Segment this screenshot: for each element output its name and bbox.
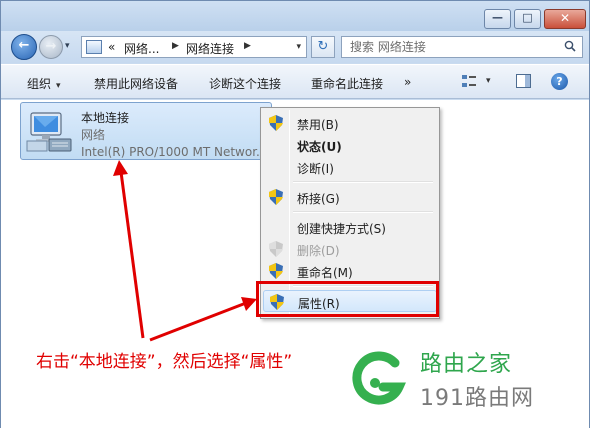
organize-dropdown-icon: ▾ [56, 81, 61, 91]
diagnose-button[interactable]: 诊断这个连接 [209, 75, 281, 92]
network-adapter-icon [26, 112, 72, 152]
menu-item-label: 重命名(M) [297, 266, 353, 280]
menu-item-bridge[interactable]: 桥接(G) [263, 186, 437, 208]
network-folder-icon [86, 40, 102, 54]
uac-shield-icon [269, 189, 283, 205]
refresh-button[interactable]: ↻ [311, 36, 335, 58]
uac-shield-icon [269, 263, 283, 279]
organize-label: 组织 [27, 77, 52, 91]
properties-highlight-box [256, 281, 439, 317]
minimize-button[interactable]: — [484, 9, 511, 29]
search-icon[interactable] [564, 40, 576, 52]
uac-shield-icon [269, 241, 283, 257]
navigation-bar: ← → ▾ « 网络... ▶ 网络连接 ▶ ▾ ↻ [1, 31, 589, 63]
watermark-line2: 191路由网 [420, 386, 534, 411]
back-arrow-icon: ← [18, 38, 30, 53]
menu-item-label: 状态(U) [297, 140, 342, 154]
address-bar[interactable]: « 网络... ▶ 网络连接 ▶ ▾ [81, 36, 307, 58]
preview-pane-icon[interactable] [516, 74, 531, 88]
menu-item-diagnose[interactable]: 诊断(I) [263, 156, 437, 178]
command-bar: 组织 ▾ 禁用此网络设备 诊断这个连接 重命名此连接 » ▾ ? [1, 64, 589, 99]
connection-network: 网络 [81, 128, 106, 142]
breadcrumb-overflow[interactable]: « [108, 40, 115, 54]
forward-arrow-icon: → [45, 39, 57, 54]
menu-separator [293, 181, 433, 183]
help-icon[interactable]: ? [551, 73, 568, 90]
local-connection-item[interactable]: 本地连接 网络 Intel(R) PRO/1000 MT Networ... [20, 102, 272, 160]
menu-item-label: 禁用(B) [297, 118, 339, 132]
back-button[interactable]: ← [11, 34, 37, 60]
watermark-line1: 路由之家 [420, 352, 513, 377]
breadcrumb-network-connections[interactable]: 网络连接 [186, 40, 234, 57]
site-logo-icon [352, 351, 406, 405]
title-bar: — □ ✕ [1, 1, 589, 31]
address-dropdown-icon[interactable]: ▾ [296, 42, 301, 52]
maximize-icon: □ [522, 11, 533, 24]
disable-device-button[interactable]: 禁用此网络设备 [94, 75, 178, 92]
recent-pages-dropdown-icon[interactable]: ▾ [65, 41, 70, 51]
uac-shield-icon [269, 115, 283, 131]
minimize-icon: — [492, 11, 503, 24]
breadcrumb-separator-icon[interactable]: ▶ [244, 41, 251, 51]
breadcrumb-network[interactable]: 网络... [124, 40, 159, 57]
search-input[interactable] [342, 37, 558, 57]
organize-button[interactable]: 组织 ▾ [27, 75, 61, 92]
refresh-icon: ↻ [317, 39, 329, 54]
menu-item-label: 删除(D) [297, 244, 340, 258]
rename-button[interactable]: 重命名此连接 [311, 75, 383, 92]
breadcrumb-separator-icon[interactable]: ▶ [172, 41, 179, 51]
menu-item-create-shortcut[interactable]: 创建快捷方式(S) [263, 216, 437, 238]
menu-item-label: 创建快捷方式(S) [297, 222, 386, 236]
menu-item-delete: 删除(D) [263, 238, 437, 260]
menu-item-label: 桥接(G) [297, 192, 340, 206]
menu-item-rename[interactable]: 重命名(M) [263, 260, 437, 282]
more-commands-button[interactable]: » [404, 75, 411, 89]
maximize-button[interactable]: □ [514, 9, 541, 29]
menu-item-label: 诊断(I) [297, 162, 334, 176]
change-view-icon[interactable] [461, 73, 477, 89]
connection-device: Intel(R) PRO/1000 MT Networ... [81, 145, 268, 159]
connection-name: 本地连接 [81, 111, 130, 125]
close-button[interactable]: ✕ [544, 9, 586, 29]
forward-button[interactable]: → [39, 35, 63, 59]
view-dropdown-icon[interactable]: ▾ [486, 76, 491, 86]
menu-separator [293, 211, 433, 213]
menu-item-status[interactable]: 状态(U) [263, 134, 437, 156]
search-box [341, 36, 583, 58]
instruction-caption: 右击“本地连接”，然后选择“属性” [36, 352, 293, 372]
menu-item-disable[interactable]: 禁用(B) [263, 112, 437, 134]
close-icon: ✕ [559, 11, 571, 25]
